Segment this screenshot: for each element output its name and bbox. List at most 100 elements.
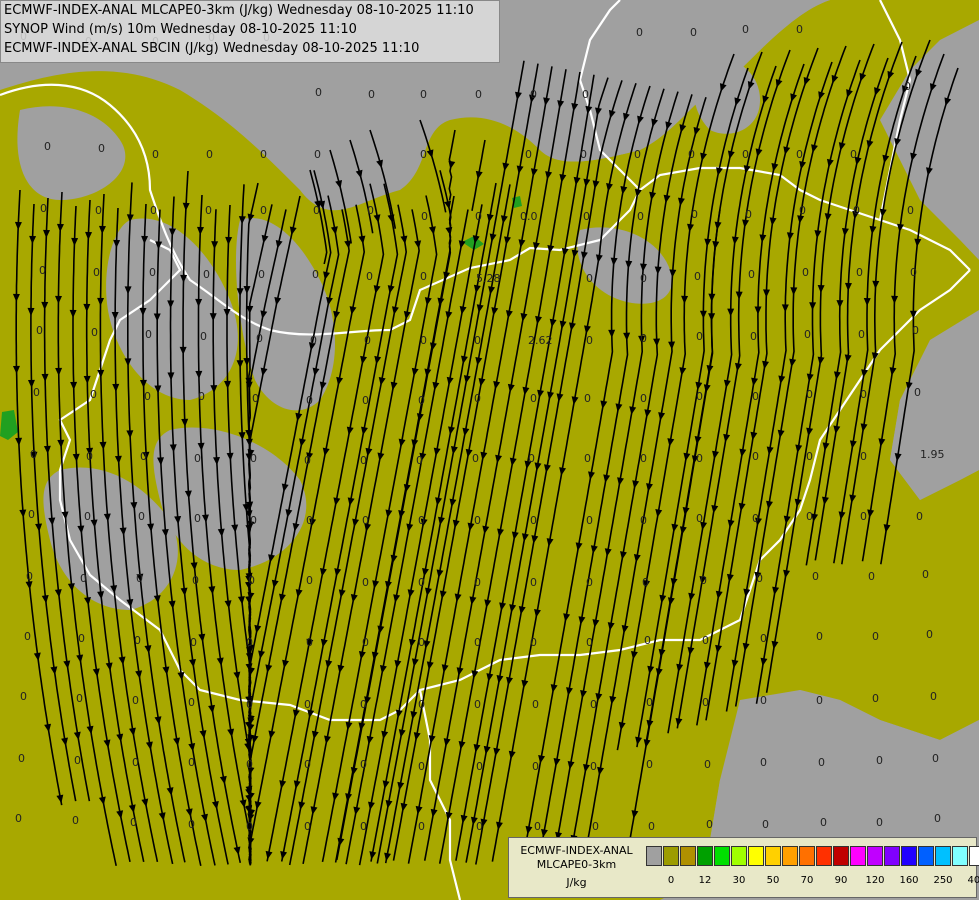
sbcin-value-label: 0 [362, 576, 369, 589]
sbcin-value-label: 0 [256, 332, 263, 345]
sbcin-value-label: 0 [586, 576, 593, 589]
sbcin-value-label: 0 [582, 88, 589, 101]
sbcin-value-label: 0 [418, 636, 425, 649]
sbcin-value-label: 0 [696, 512, 703, 525]
sbcin-value-label: 0 [138, 510, 145, 523]
sbcin-value-label: 0 [907, 204, 914, 217]
sbcin-value-label: 0 [796, 23, 803, 36]
sbcin-value-label: 0 [858, 328, 865, 341]
sbcin-value-label: 0 [418, 514, 425, 527]
sbcin-value-label: 0 [362, 636, 369, 649]
sbcin-value-label: 0 [206, 148, 213, 161]
sbcin-value-label: 0 [421, 210, 428, 223]
sbcin-value-label: 0 [640, 392, 647, 405]
sbcin-value-label: 0 [640, 452, 647, 465]
sbcin-value-label: 0 [530, 514, 537, 527]
legend-swatch [935, 846, 951, 866]
sbcin-value-label: 0 [475, 210, 482, 223]
legend-swatch [799, 846, 815, 866]
sbcin-value-label: 0 [476, 760, 483, 773]
sbcin-value-label: 0 [420, 270, 427, 283]
sbcin-value-label: 5.28 [476, 272, 501, 285]
sbcin-value-label: 0 [756, 572, 763, 585]
sbcin-value-label: 0 [93, 266, 100, 279]
sbcin-value-label: 0 [190, 636, 197, 649]
sbcin-value-label: 0 [691, 208, 698, 221]
legend-swatch [646, 846, 662, 866]
sbcin-value-label: 0 [750, 330, 757, 343]
sbcin-value-label: 0 [860, 388, 867, 401]
sbcin-value-label: 0 [72, 814, 79, 827]
legend-swatch [697, 846, 713, 866]
legend-swatch [765, 846, 781, 866]
sbcin-value-label: 0 [78, 632, 85, 645]
legend-swatch [714, 846, 730, 866]
sbcin-value-label: 0 [688, 148, 695, 161]
sbcin-value-label: 0 [876, 816, 883, 829]
sbcin-value-label: 0 [474, 334, 481, 347]
sbcin-value-label: 0 [646, 758, 653, 771]
legend-tick-label: 30 [732, 875, 746, 886]
sbcin-value-label: 0 [306, 514, 313, 527]
legend-swatch [816, 846, 832, 866]
sbcin-value-label: 0 [640, 272, 647, 285]
sbcin-value-label: 0 [530, 392, 537, 405]
legend-swatch [731, 846, 747, 866]
sbcin-value-label: 0 [475, 88, 482, 101]
sbcin-value-label: 0 [250, 452, 257, 465]
sbcin-value-label: 0 [74, 754, 81, 767]
sbcin-value-label: 0 [36, 324, 43, 337]
sbcin-value-label: 0 [704, 758, 711, 771]
sbcin-value-label: 0 [636, 26, 643, 39]
legend-tick-label: 90 [834, 875, 848, 886]
sbcin-value-label: 0 [474, 636, 481, 649]
sbcin-value-label: 0 [188, 696, 195, 709]
sbcin-value-label: 0 [760, 694, 767, 707]
sbcin-value-label: 0 [922, 568, 929, 581]
sbcin-value-label: 0 [853, 204, 860, 217]
legend-title-model: ECMWF-INDEX-ANAL [520, 844, 633, 857]
legend-tick-label: 400 [967, 875, 979, 886]
sbcin-value-label: 0 [306, 394, 313, 407]
sbcin-value-label: 0 [248, 574, 255, 587]
sbcin-value-label: 0 [856, 266, 863, 279]
sbcin-value-label: 0 [418, 394, 425, 407]
sbcin-value-label: 0 [198, 390, 205, 403]
sbcin-value-label: 0 [860, 450, 867, 463]
sbcin-value-label: 0 [760, 756, 767, 769]
sbcin-value-label: 0 [590, 698, 597, 711]
sbcin-value-label: 0 [306, 636, 313, 649]
sbcin-value-label: 0 [530, 636, 537, 649]
sbcin-value-label: 0 [748, 268, 755, 281]
map-header: ECMWF-INDEX-ANAL MLCAPE0-3km (J/kg) Wedn… [0, 0, 500, 63]
sbcin-value-label: 0 [910, 266, 917, 279]
sbcin-value-label: 0 [313, 204, 320, 217]
legend-swatch [952, 846, 968, 866]
sbcin-value-label: 0 [820, 816, 827, 829]
sbcin-value-label: 0 [136, 572, 143, 585]
sbcin-value-label: 0 [474, 576, 481, 589]
legend-swatch [850, 846, 866, 866]
sbcin-value-label: 0 [306, 574, 313, 587]
sbcin-value-label: 0 [252, 392, 259, 405]
sbcin-value-label: 0 [418, 698, 425, 711]
sbcin-value-label: 0 [474, 514, 481, 527]
sbcin-value-label: 0 [310, 334, 317, 347]
sbcin-value-label: 0 [752, 450, 759, 463]
sbcin-value-label: 0 [90, 388, 97, 401]
sbcin-value-label: 0 [39, 264, 46, 277]
legend-swatch [901, 846, 917, 866]
sbcin-value-label: 0 [188, 756, 195, 769]
sbcin-value-label: 0 [806, 388, 813, 401]
sbcin-value-label: 0 [876, 754, 883, 767]
legend-swatch [748, 846, 764, 866]
sbcin-value-label: 0 [742, 148, 749, 161]
sbcin-value-label: 0 [194, 512, 201, 525]
sbcin-value-label: 0 [806, 450, 813, 463]
sbcin-value-label: 0 [586, 514, 593, 527]
sbcin-value-label: 0 [706, 818, 713, 831]
header-line-cin: ECMWF-INDEX-ANAL SBCIN (J/kg) Wednesday … [4, 41, 420, 56]
sbcin-value-label: 0 [799, 204, 806, 217]
legend-swatch [918, 846, 934, 866]
sbcin-value-label: 0 [362, 394, 369, 407]
